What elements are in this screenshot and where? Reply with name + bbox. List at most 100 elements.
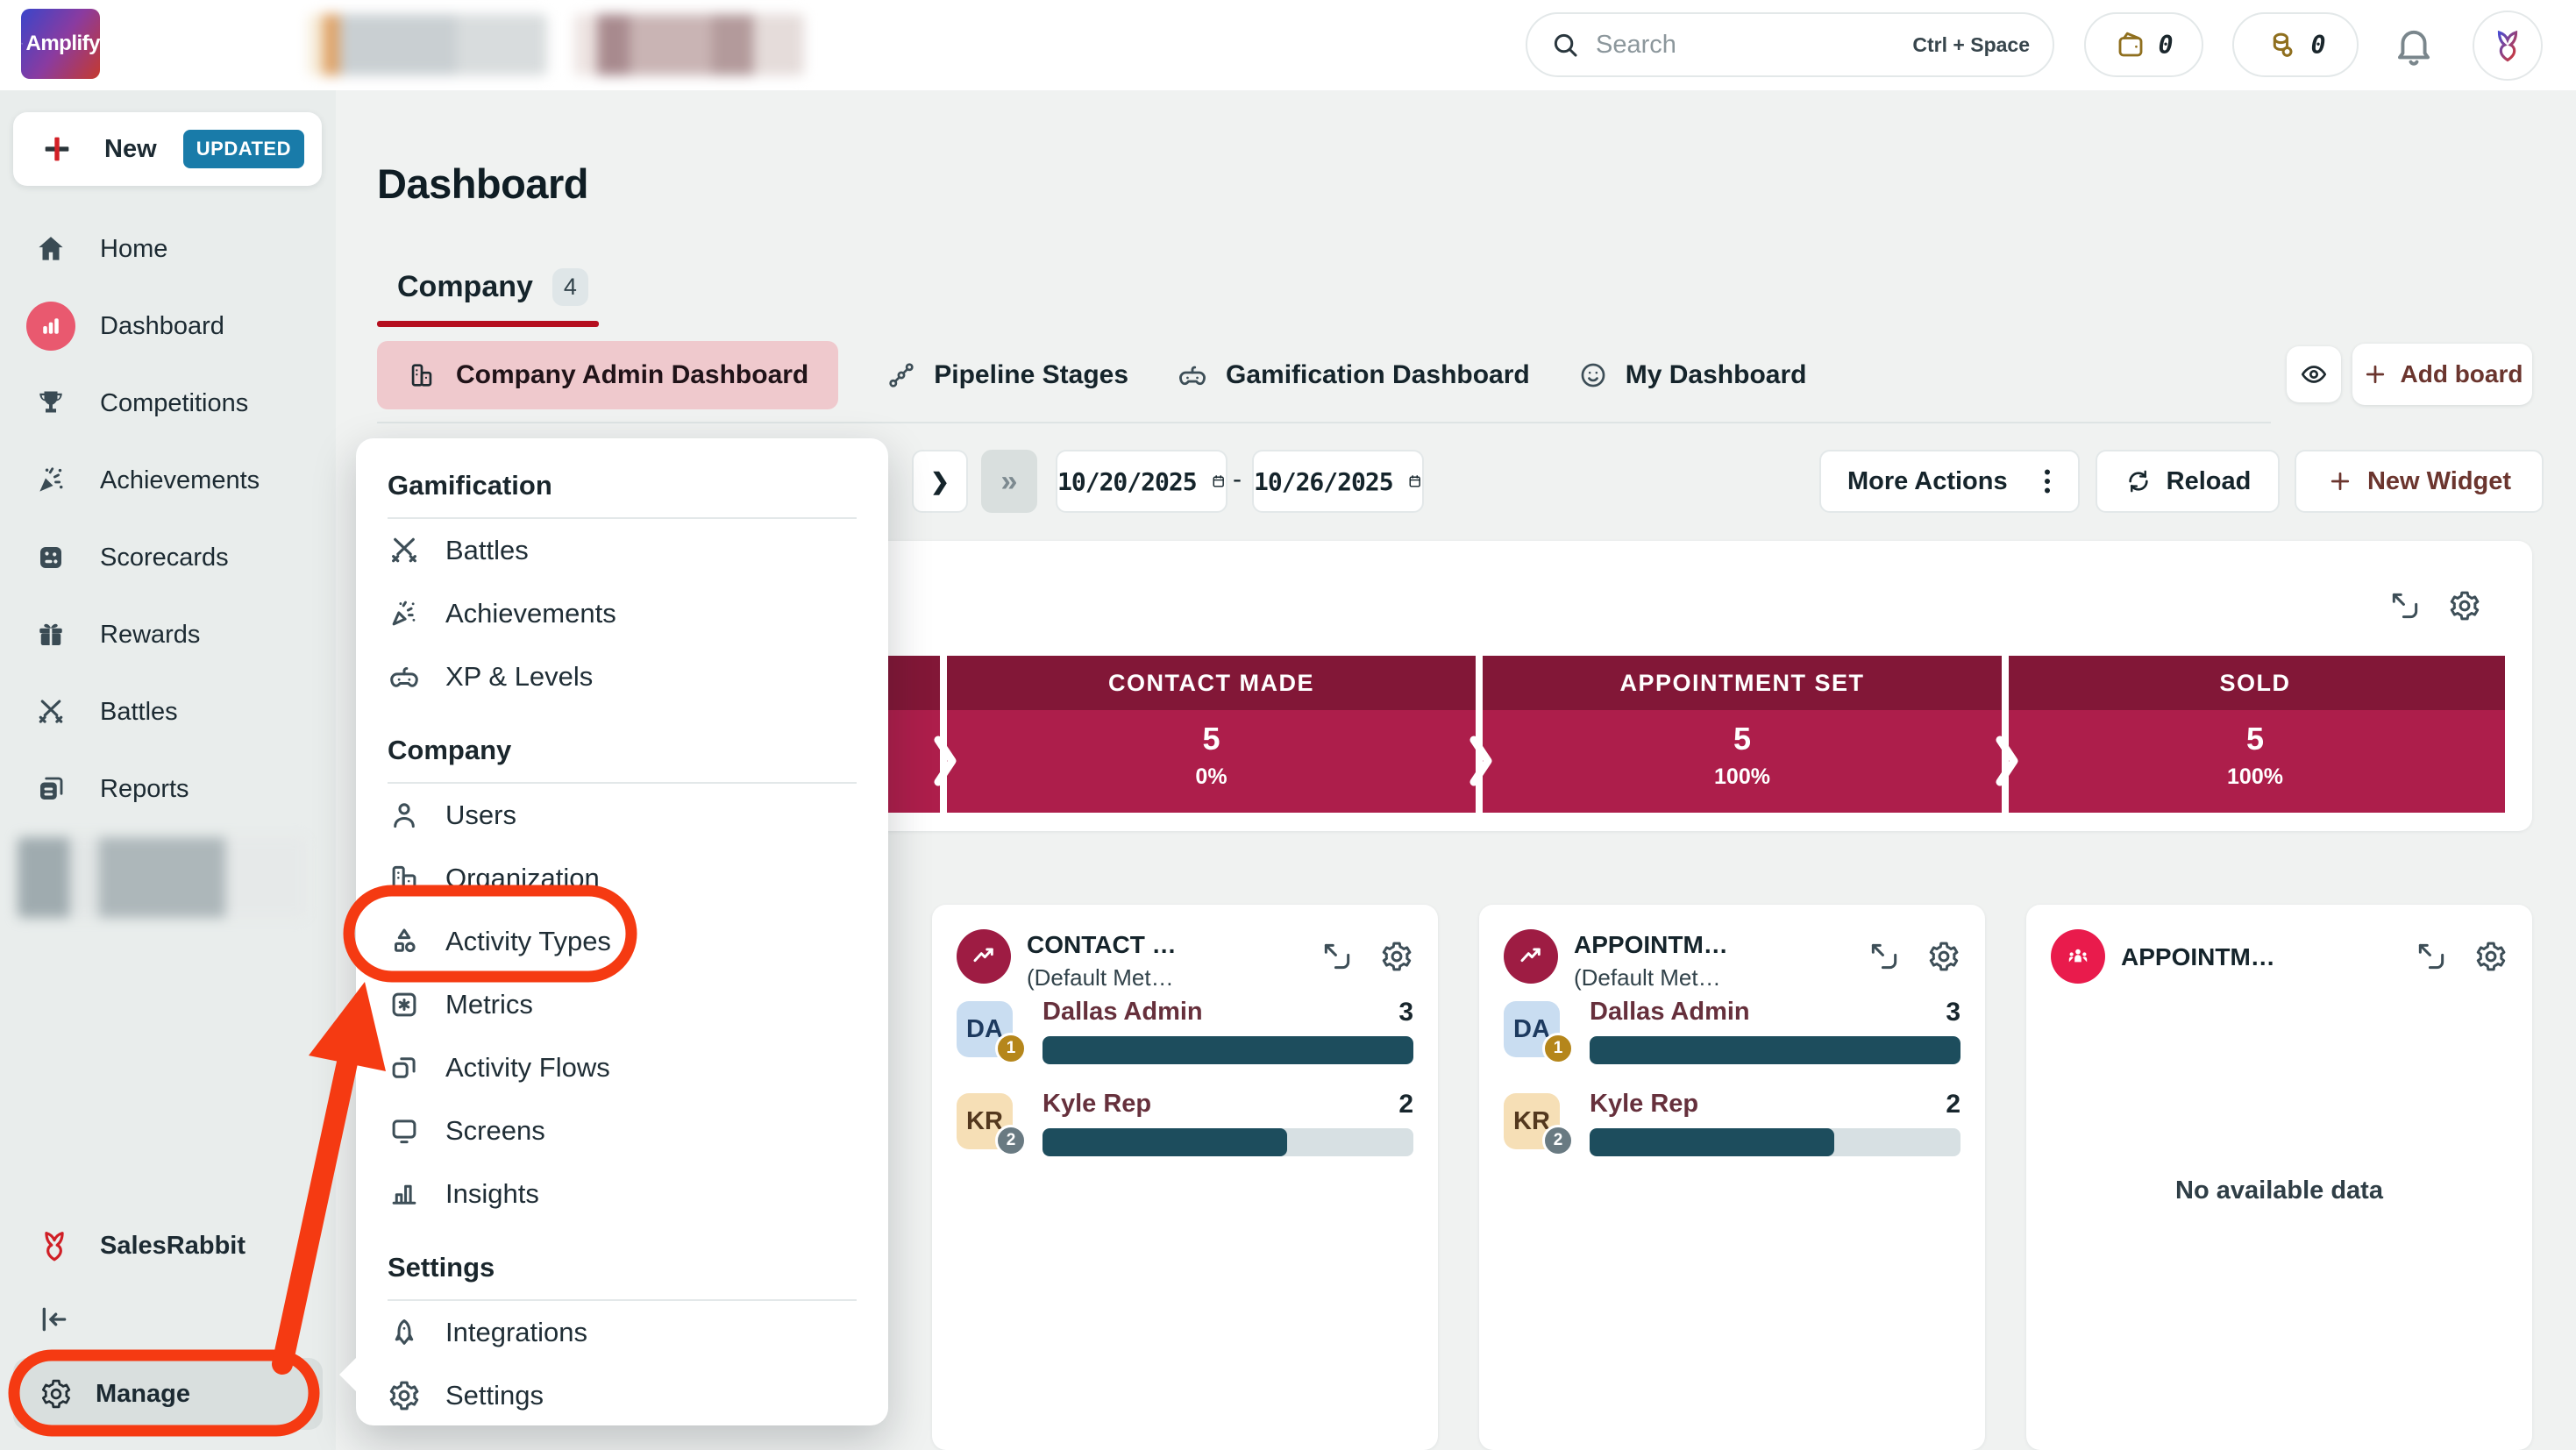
metrics-icon	[392, 992, 416, 1017]
coins-icon	[2273, 32, 2293, 57]
menu-item-xp-levels[interactable]: XP & Levels	[388, 645, 857, 708]
toggle-visibility-button[interactable]	[2287, 346, 2341, 402]
gamepad-icon	[390, 666, 418, 687]
menu-tail	[339, 1357, 357, 1392]
board-tabs: Company Admin Dashboard Pipeline Stages …	[377, 341, 1806, 409]
screen-icon	[392, 1119, 416, 1144]
amplify-logo[interactable]: Amplify	[21, 9, 100, 79]
plus-icon	[45, 137, 69, 161]
funnel-stage-sold[interactable]: SOLD 5 100%	[2005, 656, 2505, 813]
new-widget-button[interactable]: New Widget	[2295, 450, 2544, 513]
gift-icon	[39, 623, 62, 645]
board-tab-company-admin[interactable]: Company Admin Dashboard	[377, 341, 839, 409]
reload-icon	[2128, 470, 2148, 493]
board-tab-my-dashboard[interactable]: My Dashboard	[1578, 360, 1806, 390]
widget-card-appointment-empty: APPOINTM… No available data	[2026, 905, 2532, 1450]
gear-icon	[389, 1381, 419, 1411]
insights-icon	[392, 1184, 416, 1205]
more-actions-button[interactable]: More Actions	[1819, 450, 2080, 513]
rank-badge: 2	[1542, 1125, 1574, 1156]
sidebar-item-scorecards[interactable]: Scorecards	[0, 519, 336, 596]
funnel-stage-appointment-set[interactable]: APPOINTMENT SET 5 100%	[1479, 656, 2005, 813]
menu-item-screens[interactable]: Screens	[388, 1099, 857, 1162]
reports-icon	[40, 777, 63, 800]
wallet-counter[interactable]: 0	[2084, 12, 2203, 77]
widget-settings-gear-icon[interactable]	[2474, 940, 2508, 973]
board-tab-gamification-dashboard[interactable]: Gamification Dashboard	[1177, 359, 1530, 391]
expand-widget-icon[interactable]	[2415, 940, 2448, 973]
new-button[interactable]: New UPDATED	[13, 112, 322, 186]
coins-counter[interactable]: 0	[2232, 12, 2359, 77]
date-fast-forward-button[interactable]: »	[981, 450, 1037, 513]
menu-item-metrics[interactable]: Metrics	[388, 973, 857, 1036]
salesrabbit-brand[interactable]: SalesRabbit	[0, 1226, 336, 1266]
board-tab-pipeline-stages[interactable]: Pipeline Stages	[886, 360, 1128, 390]
menu-item-integrations[interactable]: Integrations	[388, 1301, 857, 1364]
expand-widget-icon[interactable]	[1320, 940, 1354, 973]
sidebar-nav: Home Dashboard Competitions Achievements…	[0, 210, 336, 828]
widget-tools	[1868, 940, 1960, 973]
plus-icon	[2366, 365, 2384, 384]
kebab-menu-icon	[2045, 469, 2050, 494]
sidebar-item-achievements[interactable]: Achievements	[0, 442, 336, 519]
person-icon	[394, 803, 415, 828]
sidebar-item-battles[interactable]: Battles	[0, 673, 336, 750]
global-search[interactable]: Search Ctrl + Space	[1526, 12, 2054, 77]
widget-title: APPOINTM…	[2121, 943, 2275, 970]
notifications-bell-icon[interactable]	[2391, 23, 2437, 68]
gamepad-icon	[1179, 366, 1206, 386]
tab-company[interactable]: Company 4	[397, 268, 588, 306]
progress-bar	[1042, 1128, 1413, 1156]
menu-item-settings[interactable]: Settings	[388, 1364, 857, 1427]
progress-bar	[1590, 1128, 1960, 1156]
sidebar-item-rewards[interactable]: Rewards	[0, 596, 336, 673]
salesrabbit-rabbit-icon	[45, 1232, 64, 1262]
widget-settings-gear-icon[interactable]	[1927, 940, 1960, 973]
funnel-stage-contact-made[interactable]: CONTACT MADE 5 0%	[943, 656, 1479, 813]
menu-section-settings: Settings	[388, 1252, 495, 1283]
widget-settings-gear-icon[interactable]	[2448, 589, 2481, 622]
sidebar-item-dashboard[interactable]: Dashboard	[0, 288, 336, 365]
menu-item-users[interactable]: Users	[388, 784, 857, 847]
rabbit-icon	[21, 43, 23, 46]
date-start-input[interactable]: 10/20/2025	[1056, 450, 1228, 513]
menu-item-battles[interactable]: Battles	[388, 519, 857, 582]
reload-button[interactable]: Reload	[2096, 450, 2280, 513]
menu-item-activity-types[interactable]: Activity Types	[388, 910, 857, 973]
menu-item-activity-flows[interactable]: Activity Flows	[388, 1036, 857, 1099]
collapse-sidebar-icon[interactable]	[37, 1302, 72, 1337]
menu-item-organization[interactable]: Organization	[388, 847, 857, 910]
leaderboard-row[interactable]: KR 2 Kyle Rep 2	[957, 1090, 1413, 1172]
expand-widget-icon[interactable]	[1868, 940, 1901, 973]
menu-section-gamification: Gamification	[388, 470, 552, 501]
sidebar-item-competitions[interactable]: Competitions	[0, 365, 336, 442]
search-placeholder: Search	[1596, 30, 1676, 59]
sidebar-item-home[interactable]: Home	[0, 210, 336, 288]
organization-icon	[392, 865, 416, 892]
wallet-icon	[2118, 32, 2142, 57]
widget-settings-gear-icon[interactable]	[1380, 940, 1413, 973]
rank-badge: 1	[995, 1033, 1027, 1064]
search-shortcut: Ctrl + Space	[1912, 32, 2030, 56]
progress-bar	[1590, 1036, 1960, 1064]
menu-section-company: Company	[388, 735, 512, 765]
date-end-input[interactable]: 10/26/2025	[1252, 450, 1424, 513]
menu-item-insights[interactable]: Insights	[388, 1162, 857, 1226]
manage-button[interactable]: Manage	[13, 1358, 323, 1430]
expand-widget-icon[interactable]	[2388, 589, 2422, 622]
widget-tools	[2415, 940, 2508, 973]
menu-item-achievements[interactable]: Achievements	[388, 582, 857, 645]
widget-card-appointment: APPOINTM… (Default Met… DA 1 Dallas Admi…	[1479, 905, 1985, 1450]
tab-count-badge: 4	[551, 268, 588, 306]
user-avatar[interactable]	[2473, 11, 2543, 81]
leaderboard-row[interactable]: DA 1 Dallas Admin 3	[957, 998, 1413, 1080]
date-next-button[interactable]: ❯	[912, 450, 968, 513]
leaderboard-row[interactable]: DA 1 Dallas Admin 3	[1504, 998, 1960, 1080]
add-board-button[interactable]: Add board	[2352, 344, 2532, 405]
page-title: Dashboard	[377, 160, 589, 207]
gear-icon	[41, 1379, 71, 1409]
leaderboard-row[interactable]: KR 2 Kyle Rep 2	[1504, 1090, 1960, 1172]
funnel-widget-tools	[2388, 589, 2481, 622]
eye-icon	[2301, 366, 2327, 383]
sidebar-item-reports[interactable]: Reports	[0, 750, 336, 828]
